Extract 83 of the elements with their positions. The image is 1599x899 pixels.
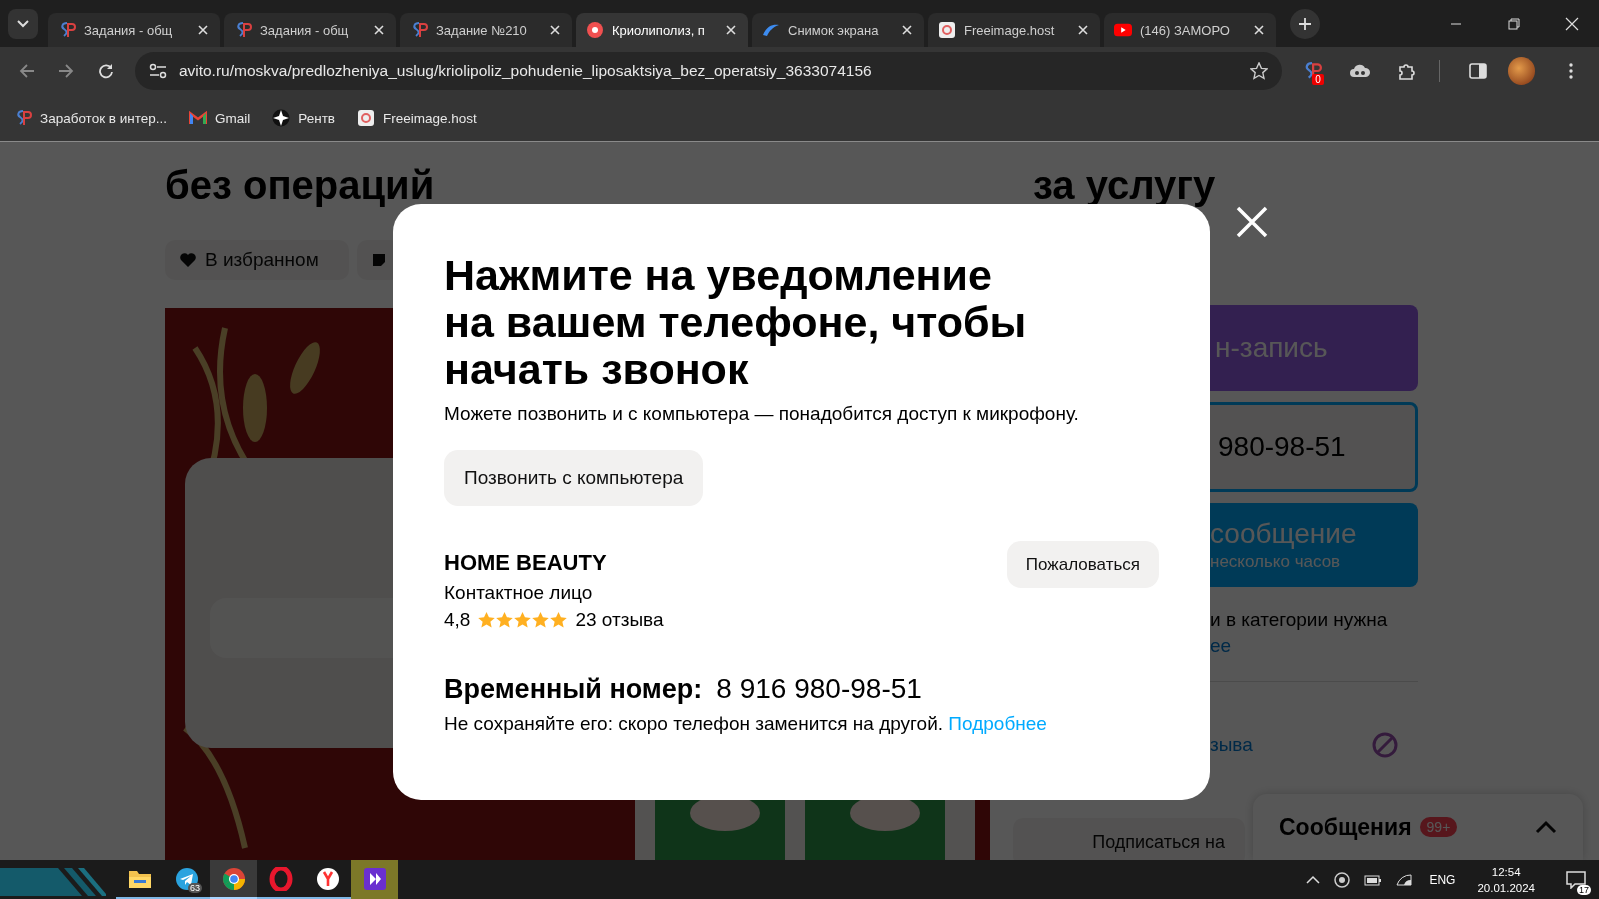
note-icon [370,252,387,268]
tab-title: Freeimage.host [964,22,1056,38]
call-from-computer-button[interactable]: Позвонить с компьютера [444,450,704,506]
star-icon [532,612,550,628]
close-icon[interactable] [900,23,914,37]
seller-name: HOME BEAUTY [444,550,608,576]
star-icon [550,612,568,628]
report-button[interactable]: Пожаловаться [1006,541,1159,588]
browser-tab[interactable]: Задания - общ [48,13,220,47]
language-indicator[interactable]: ENG [1429,872,1456,887]
close-icon[interactable] [372,23,386,37]
messenger-title: Сообщения [1279,813,1412,841]
close-icon[interactable] [1252,23,1266,37]
record-icon [586,21,604,39]
sp-icon [14,109,32,127]
bookmark-star-icon[interactable] [1250,62,1269,80]
sp-icon [410,21,428,39]
close-icon[interactable] [548,23,562,37]
star-icon [514,612,532,628]
rating-value: 4,8 [444,609,471,631]
bookmark-item[interactable]: Рентв [272,109,336,127]
phone-number: 8 916 980-98-51 [716,673,922,705]
heart-icon [179,252,197,268]
play-tile-icon [363,867,386,890]
number-note: Не сохраняйте его: скоро телефон заменится на другой. [444,713,944,734]
chevron-down-icon [17,19,29,28]
taskbar-app[interactable] [351,860,398,899]
sp-icon [58,21,76,39]
mail-icon [189,109,208,127]
bookmark-item[interactable]: Заработок в интер... [14,109,168,127]
bookmark-item[interactable]: Freeimage.host [357,109,477,127]
tab-list-button[interactable] [8,8,38,39]
close-icon[interactable] [724,23,738,37]
tab-title: Снимок экрана [788,22,880,38]
tab-title: Криолиполиз, п [612,22,706,38]
star-icon [478,612,496,628]
paper-plane-icon [174,866,199,891]
play-icon [1114,21,1132,39]
profile-avatar[interactable] [1507,57,1536,85]
close-icon[interactable] [196,23,210,37]
tab-title: Задания - общ [260,22,350,38]
sp-icon [234,21,252,39]
close-icon[interactable] [1236,206,1268,238]
unread-badge: 99+ [1419,817,1458,837]
clock[interactable]: 12:54 20.01.2024 [1477,863,1535,896]
dialog-title: Нажмите на уведомление на вашем телефоне, чтобы начать звонок [444,252,1028,393]
browser-tab[interactable]: Задание №210 [400,13,572,47]
close-icon[interactable] [1076,23,1090,37]
browser-tab[interactable]: Задания - общ [224,13,396,47]
folder-icon [127,868,152,889]
browser-tab[interactable]: Снимок экрана [752,13,924,47]
browser-tab[interactable]: Криолиполиз, п [576,13,748,47]
tab-title: Задание №210 [436,22,528,38]
address-bar[interactable]: avito.ru/moskva/predlozheniya_uslug/kriolipoliz_pohudenie_liposaktsiya_bez_operatsiy_3633074156 [134,52,1283,90]
listing-title: без операций [165,162,436,208]
extension-button[interactable]: 0 [1294,53,1330,89]
ring-icon [268,866,293,891]
sparkle-icon [272,109,291,127]
notifications-button[interactable]: 17 [1561,864,1591,895]
new-tab-button[interactable] [1290,8,1320,39]
tab-title: Задания - общ [84,22,174,38]
image-icon [357,109,376,127]
chrome-icon [221,866,246,891]
wifi-icon[interactable] [1396,872,1413,887]
taskbar-app[interactable] [210,860,257,899]
tab-title: (146) ЗАМОРО [1140,22,1231,38]
star-icon [496,612,514,628]
category-note: и в категории нужна [1210,609,1388,630]
seller-role: Контактное лицо [444,582,594,604]
app-badge: 63 [188,883,202,893]
browser-tab[interactable]: (146) ЗАМОРО [1104,13,1276,47]
price: за услугу [1033,162,1217,208]
temp-number-label: Временный номер: [444,674,703,705]
circle-icon[interactable] [1334,871,1351,888]
bookmark-item[interactable]: Gmail [189,109,251,127]
extension-badge: 0 [1312,74,1324,85]
site-settings-icon[interactable] [148,63,167,79]
y-circle-icon [315,866,340,891]
image-icon [938,21,956,39]
browser-tab[interactable]: Freeimage.host [928,13,1100,47]
reviews-count: 23 отзыва [575,609,664,631]
plus-icon [1298,16,1312,31]
battery-icon[interactable] [1364,872,1383,887]
